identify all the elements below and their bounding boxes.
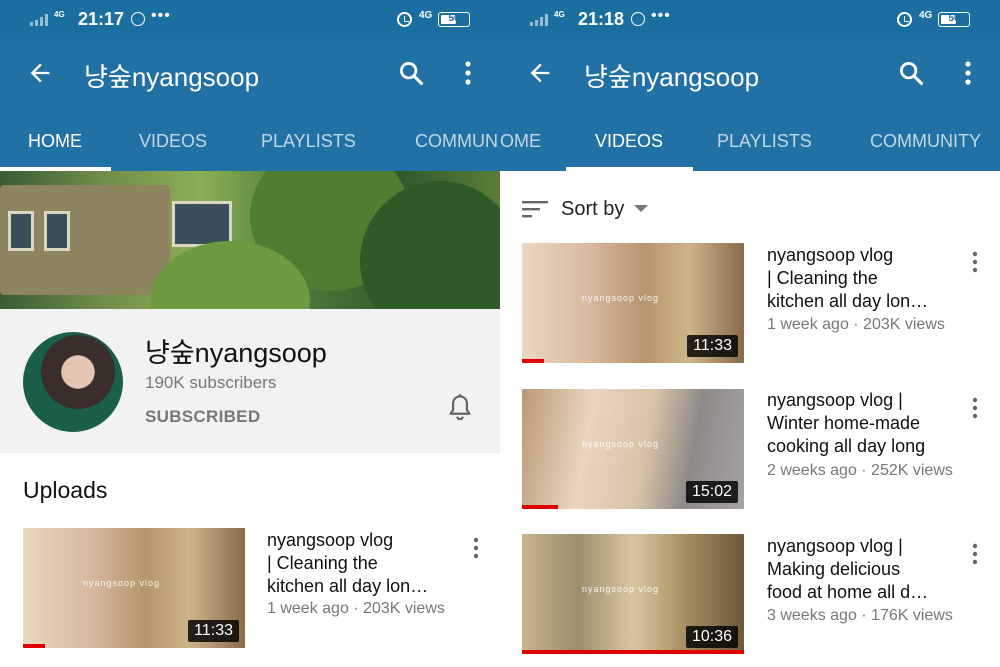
video-meta: 1 week ago · 203K views [267,600,445,617]
thumbnail-watermark: nyangsoop vlog [582,293,660,303]
tab-playlists[interactable]: PLAYLISTS [261,131,356,152]
video-duration: 11:33 [687,335,738,357]
sort-by-dropdown[interactable]: Sort by [561,198,624,221]
video-thumbnail[interactable]: nyangsoop vlog 11:33 [522,243,744,363]
network-type: 4G [554,10,565,19]
dropdown-caret-icon[interactable] [634,205,648,212]
thumbnail-watermark: nyangsoop vlog [582,584,660,594]
back-arrow-icon[interactable] [26,59,54,87]
watch-progress-bar [23,644,46,648]
video-title[interactable]: nyangsoop vlog | Cleaning the kitchen al… [767,244,952,313]
channel-avatar[interactable] [23,332,123,432]
video-duration: 11:33 [188,620,239,642]
video-duration: 10:36 [685,626,738,648]
subscribed-button[interactable]: SUBSCRIBED [145,407,260,427]
search-icon[interactable] [897,59,925,87]
tab-videos[interactable]: VIDEOS [595,131,663,152]
active-tab-indicator [566,167,693,171]
video-thumbnail[interactable]: nyangsoop vlog 15:02 [522,389,744,509]
video-title[interactable]: nyangsoop vlog | Cleaning the kitchen al… [267,529,452,598]
alarm-icon [397,12,412,27]
network-type-right: 4G [919,10,933,21]
subscriber-count: 190K subscribers [145,373,277,392]
thumbnail-watermark: nyangsoop vlog [83,578,161,588]
more-options-icon[interactable] [456,59,480,87]
channel-tabs: OME VIDEOS PLAYLISTS COMMUNITY [500,109,1000,171]
tab-community[interactable]: COMMUNITY [870,131,981,152]
tab-home[interactable]: HOME [28,131,82,152]
battery-level: 50 [948,13,960,24]
video-more-icon[interactable] [965,250,985,276]
back-arrow-icon[interactable] [526,59,554,87]
whatsapp-icon [631,12,645,26]
tab-playlists[interactable]: PLAYLISTS [717,131,812,152]
signal-icon [530,12,548,26]
video-meta: 1 week ago · 203K views [767,316,945,333]
status-time: 21:18 [578,9,625,29]
more-notifications-icon: ••• [151,7,171,24]
thumbnail-watermark: nyangsoop vlog [582,439,660,449]
app-bar: 냥숲nyangsoop [500,39,1000,109]
more-options-icon[interactable] [956,59,980,87]
whatsapp-icon [131,12,145,26]
video-meta: 3 weeks ago · 176K views [767,607,953,624]
battery-level: 50 [448,13,460,24]
video-title[interactable]: nyangsoop vlog | Winter home-made cookin… [767,389,952,458]
video-more-icon[interactable] [965,542,985,568]
channel-videos-screen: 4G 21:18 ••• 4G 50 냥숲nyangsoop OME VIDEO… [500,0,1000,667]
search-icon[interactable] [397,59,425,87]
watch-progress-bar [522,359,545,363]
alarm-icon [897,12,912,27]
app-bar: 냥숲nyangsoop [0,39,500,109]
network-type-right: 4G [419,10,433,21]
watch-progress-bar [522,505,558,509]
status-time: 21:17 [78,9,125,29]
battery-icon: 50 [438,12,470,27]
channel-name: 냥숲nyangsoop [145,338,327,368]
network-type: 4G [54,10,65,19]
channel-title: 냥숲nyangsoop [584,62,760,92]
video-more-icon[interactable] [466,536,486,562]
battery-icon: 50 [938,12,970,27]
more-notifications-icon: ••• [651,7,671,24]
video-duration: 15:02 [685,481,738,503]
watch-progress-bar [522,650,744,654]
video-thumbnail[interactable]: nyangsoop vlog 10:36 [522,534,744,654]
video-meta: 2 weeks ago · 252K views [767,462,953,479]
tab-home[interactable]: OME [500,131,541,152]
channel-home-screen: 4G 21:17 ••• 4G 50 냥숲nyangsoop HOME VIDE… [0,0,500,667]
channel-info: 냥숲nyangsoop 190K subscribers SUBSCRIBED [0,309,500,453]
signal-icon [30,12,48,26]
tab-videos[interactable]: VIDEOS [139,131,207,152]
channel-title: 냥숲nyangsoop [84,62,260,92]
status-bar: 4G 21:18 ••• 4G 50 [500,0,1000,39]
video-thumbnail[interactable]: nyangsoop vlog 11:33 [23,528,245,648]
channel-tabs: HOME VIDEOS PLAYLISTS COMMUN [0,109,500,171]
sort-icon[interactable] [522,199,548,219]
uploads-heading: Uploads [23,477,108,503]
tab-community[interactable]: COMMUN [415,131,498,152]
status-bar: 4G 21:17 ••• 4G 50 [0,0,500,39]
notification-bell-icon[interactable] [446,393,474,423]
channel-banner [0,171,500,309]
video-more-icon[interactable] [965,396,985,422]
video-title[interactable]: nyangsoop vlog | Making delicious food a… [767,535,952,604]
